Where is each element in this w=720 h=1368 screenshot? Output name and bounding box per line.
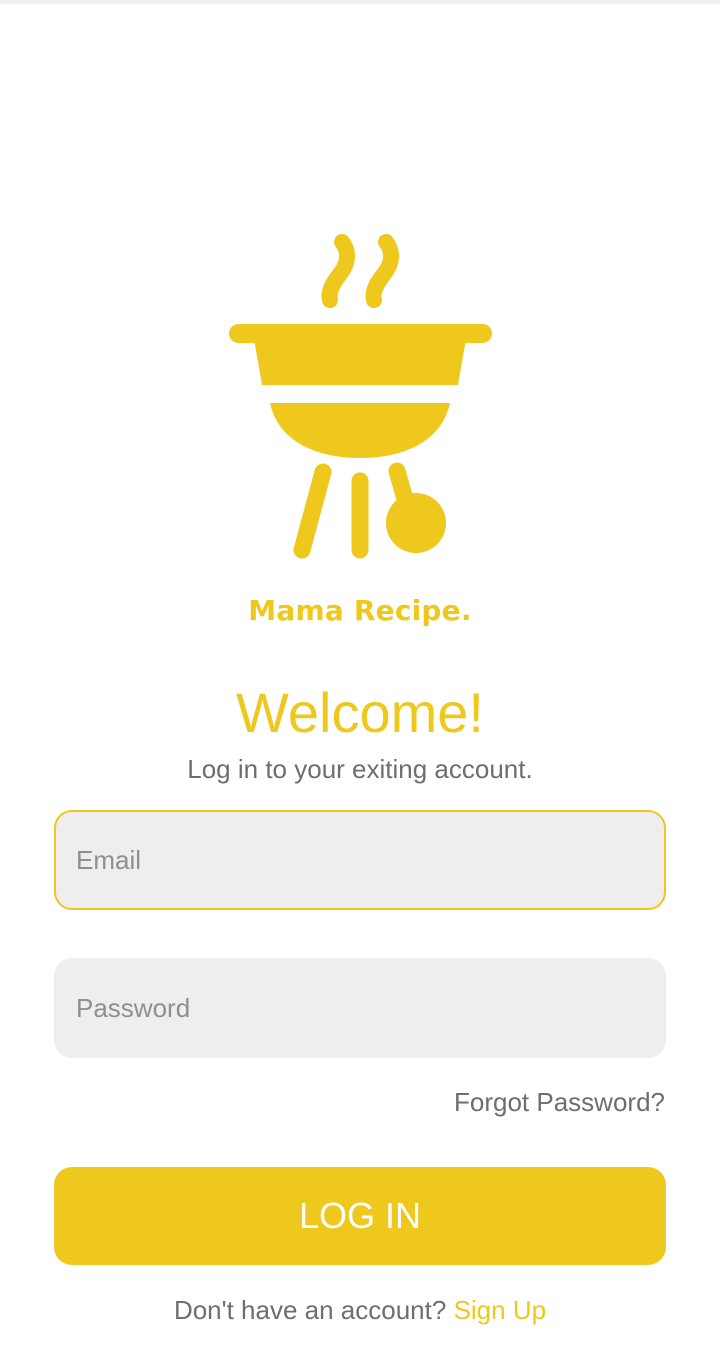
forgot-password-link[interactable]: Forgot Password? bbox=[454, 1085, 665, 1119]
signup-row: Don't have an account? Sign Up bbox=[0, 1293, 720, 1327]
signup-prompt: Don't have an account? bbox=[173, 1295, 447, 1325]
welcome-title: Welcome! bbox=[236, 681, 484, 744]
status-bar bbox=[0, 0, 720, 4]
password-field[interactable] bbox=[54, 958, 666, 1058]
grill-icon bbox=[229, 234, 492, 559]
login-screen: Mama Recipe. Welcome! Log in to your exi… bbox=[0, 0, 720, 1368]
email-field[interactable] bbox=[54, 810, 666, 910]
signup-link[interactable]: Sign Up bbox=[454, 1295, 547, 1325]
login-button[interactable]: LOG IN bbox=[54, 1167, 666, 1265]
welcome-subtitle: Log in to your exiting account. bbox=[187, 754, 533, 784]
brand-name: Mama Recipe. bbox=[248, 594, 472, 627]
